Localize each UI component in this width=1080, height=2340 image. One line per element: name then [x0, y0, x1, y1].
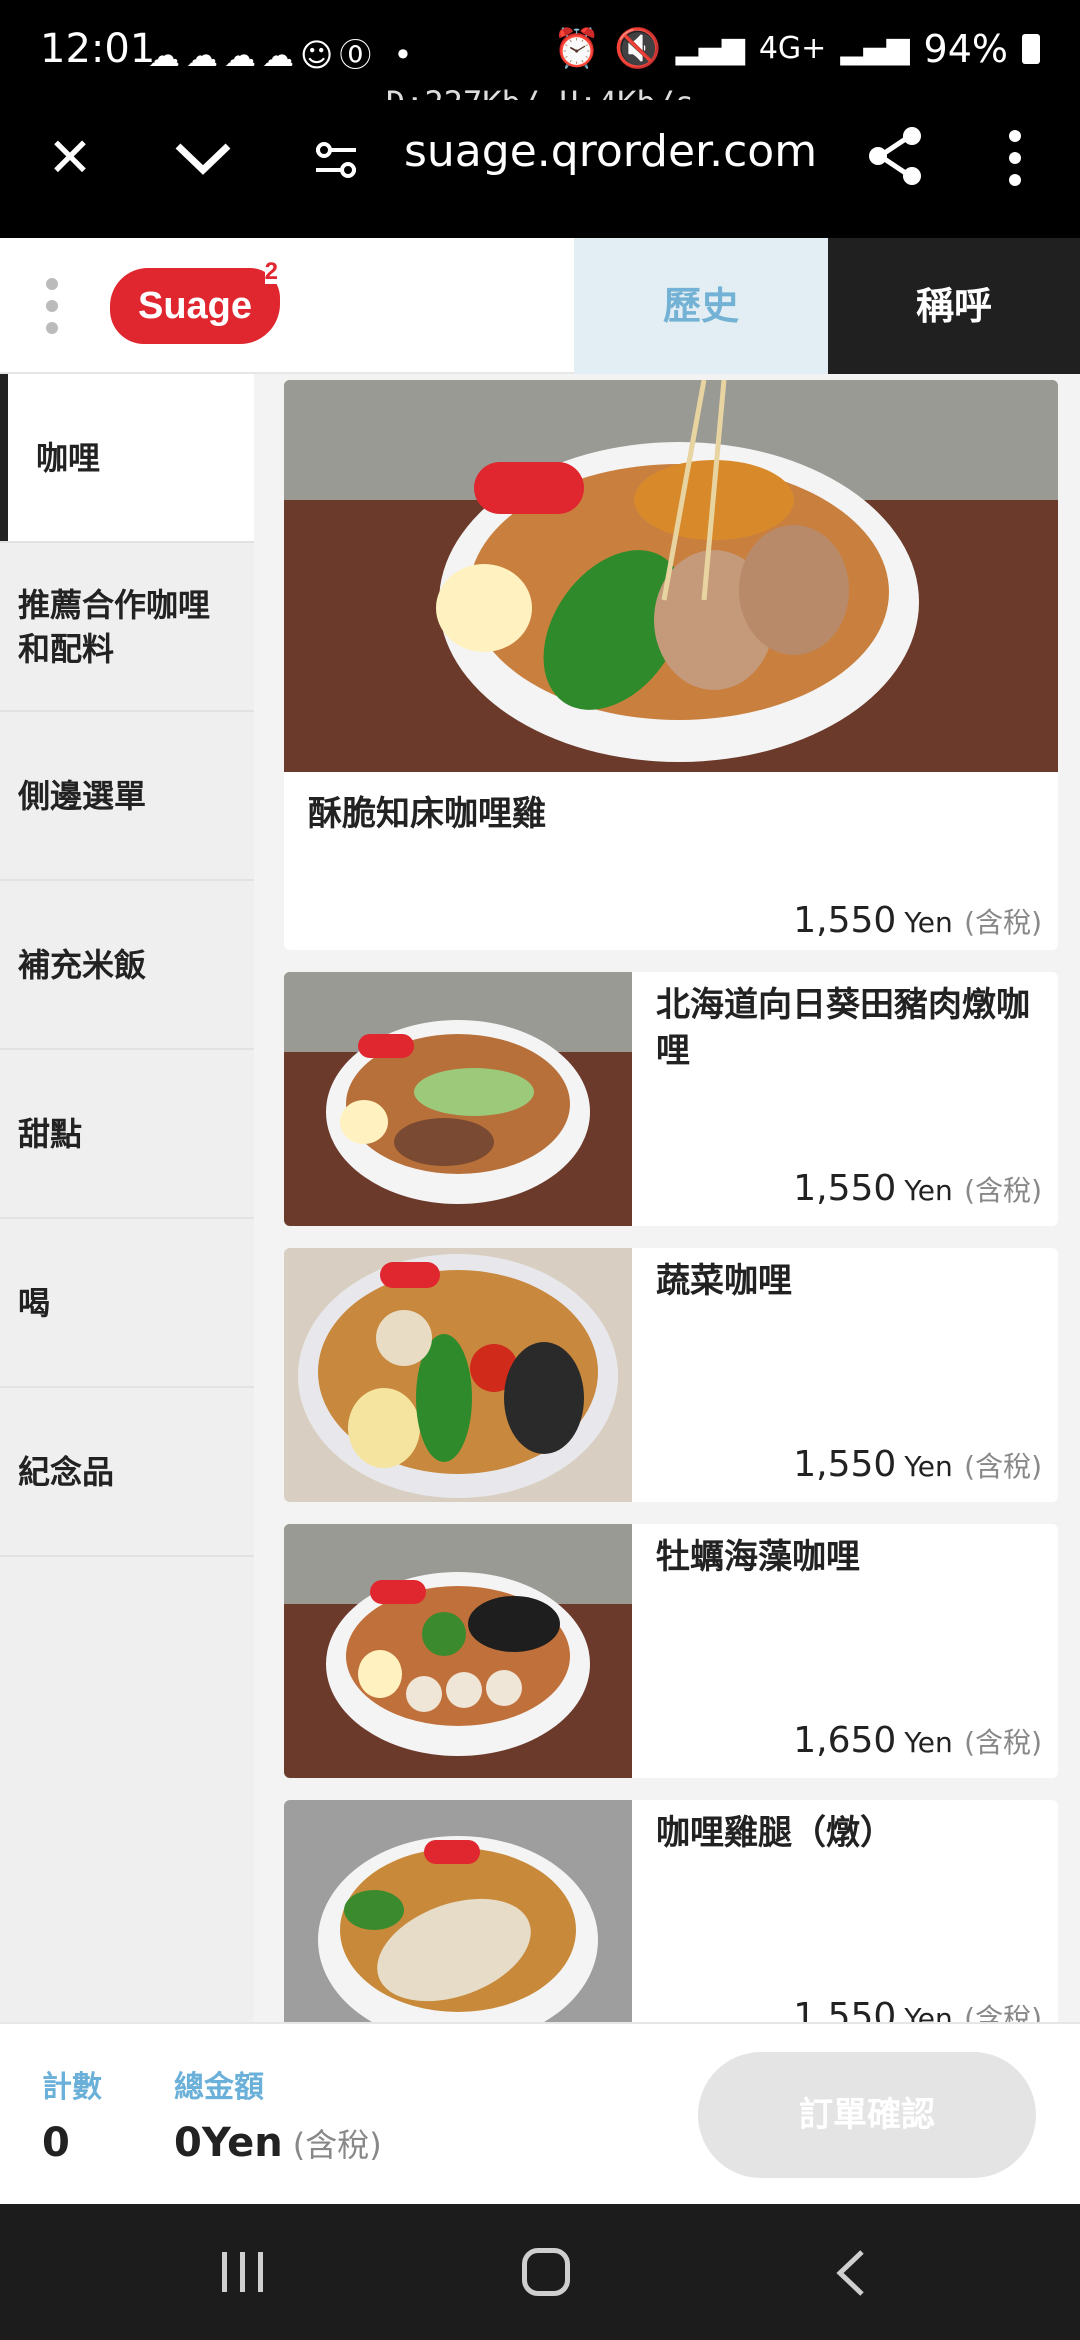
menu-item-name: 蔬菜咖哩: [656, 1261, 792, 1301]
menu-item-card[interactable]: 北海道向日葵田豬肉燉咖哩 1,550 Yen (含稅): [284, 972, 1058, 1226]
status-time: 12:01: [40, 26, 156, 72]
battery-level: 94%: [923, 26, 1008, 71]
app-header: Suage 2 歷史 稱呼: [0, 238, 1080, 374]
category-side-menu[interactable]: 側邊選單: [0, 712, 254, 881]
status-bar: 12:01 ☁☁☁☁☺⓪ • ⏰ 🔇 ▂▄▆ 4G+ ▂▄▆ 94% D:227…: [0, 0, 1080, 122]
total-label: 總金額: [174, 2070, 264, 2105]
category-recommended[interactable]: 推薦合作咖哩 和配料: [0, 543, 254, 712]
price-tax: (含稅): [964, 1450, 1042, 1483]
menu-item-price: 1,550 Yen (含稅): [793, 1444, 1042, 1485]
recent-apps-icon[interactable]: [218, 2250, 268, 2294]
price-unit: Yen: [904, 1174, 953, 1207]
menu-item-card[interactable]: 蔬菜咖哩 1,550 Yen (含稅): [284, 1248, 1058, 1502]
order-summary-bar: 計數 0 總金額 0Yen (含稅) 訂單確認: [0, 2022, 1080, 2204]
category-sidebar: 咖哩 推薦合作咖哩 和配料 側邊選單 補充米飯 甜點 喝 紀念品: [0, 374, 254, 2022]
suage-logo: Suage 2: [110, 260, 280, 344]
notification-icons: ☁☁☁☁☺⓪ •: [148, 36, 419, 74]
price-tax: (含稅): [964, 906, 1042, 939]
signal-icon: ▂▄▆: [675, 31, 745, 66]
category-dessert[interactable]: 甜點: [0, 1050, 254, 1219]
menu-item-name: 酥脆知床咖哩雞: [308, 794, 546, 834]
price-unit: Yen: [904, 1726, 953, 1759]
url-bar[interactable]: suage.qrorder.com: [404, 126, 817, 177]
price-tax: (含稅): [964, 1726, 1042, 1759]
total-tax: (含稅): [292, 2126, 382, 2164]
price-value: 1,550: [793, 900, 897, 941]
home-icon[interactable]: [522, 2248, 570, 2296]
alarm-icon: ⏰: [552, 26, 601, 70]
back-icon[interactable]: [830, 2248, 870, 2298]
menu-item-price: 1,550 Yen (含稅): [793, 1996, 1042, 2022]
menu-item-list: 酥脆知床咖哩雞 1,550 Yen (含稅) 北海道向日葵田豬肉燉咖哩 1,550…: [284, 380, 1058, 2022]
menu-icon[interactable]: [42, 278, 62, 338]
menu-item-name: 牡蠣海藻咖哩: [656, 1537, 860, 1577]
category-souvenir[interactable]: 紀念品: [0, 1388, 254, 1557]
category-recommended-label: 推薦合作咖哩 和配料: [18, 585, 211, 668]
share-icon[interactable]: [866, 126, 926, 186]
total-value: 0Yen: [174, 2120, 283, 2166]
price-value: 1,550: [793, 1444, 897, 1485]
price-value: 1,650: [793, 1720, 897, 1761]
category-extra-rice[interactable]: 補充米飯: [0, 881, 254, 1050]
menu-item-name: 北海道向日葵田豬肉燉咖哩: [656, 985, 1030, 1071]
more-options-icon[interactable]: [1000, 126, 1030, 190]
network-type: 4G+: [758, 31, 827, 66]
call-staff-tab[interactable]: 稱呼: [828, 238, 1080, 374]
logo-text: Suage: [137, 285, 253, 327]
menu-item-card[interactable]: 酥脆知床咖哩雞 1,550 Yen (含稅): [284, 380, 1058, 950]
food-photo: [284, 972, 632, 1226]
total-amount: 0Yen (含稅): [174, 2120, 382, 2166]
food-photo: [284, 1248, 632, 1502]
price-value: 1,550: [793, 1168, 897, 1209]
price-unit: Yen: [904, 1450, 953, 1483]
mute-icon: 🔇: [614, 26, 662, 70]
menu-item-price: 1,550 Yen (含稅): [793, 1168, 1042, 1209]
signal-icon-2: ▂▄▆: [840, 31, 910, 66]
site-settings-icon[interactable]: [312, 136, 360, 184]
browser-toolbar: ✕ suage.qrorder.com: [0, 100, 1080, 238]
menu-item-card[interactable]: 牡蠣海藻咖哩 1,650 Yen (含稅): [284, 1524, 1058, 1778]
main-content: 咖哩 推薦合作咖哩 和配料 側邊選單 補充米飯 甜點 喝 紀念品 酥脆知床咖哩雞…: [0, 374, 1080, 2022]
count-value: 0: [42, 2120, 70, 2166]
price-unit: Yen: [904, 2002, 953, 2022]
category-curry[interactable]: 咖哩: [0, 374, 254, 543]
food-photo: [284, 1800, 632, 2022]
close-icon[interactable]: ✕: [40, 128, 100, 188]
system-nav-bar: [0, 2204, 1080, 2340]
count-label: 計數: [42, 2070, 102, 2105]
price-value: 1,550: [793, 1996, 897, 2022]
menu-item-price: 1,650 Yen (含稅): [793, 1720, 1042, 1761]
history-tab[interactable]: 歷史: [574, 238, 828, 374]
food-photo: [284, 1524, 632, 1778]
chevron-down-icon[interactable]: [170, 128, 236, 188]
menu-item-name: 咖哩雞腿（燉）: [656, 1813, 894, 1853]
battery-icon: [1022, 33, 1040, 64]
status-right: ⏰ 🔇 ▂▄▆ 4G+ ▂▄▆ 94%: [553, 26, 1040, 71]
price-tax: (含稅): [964, 1174, 1042, 1207]
menu-item-card[interactable]: 咖哩雞腿（燉） 1,550 Yen (含稅): [284, 1800, 1058, 2022]
confirm-order-button[interactable]: 訂單確認: [698, 2052, 1036, 2178]
menu-item-price: 1,550 Yen (含稅): [793, 900, 1042, 941]
price-unit: Yen: [904, 906, 953, 939]
food-photo: [284, 380, 1058, 772]
category-drinks[interactable]: 喝: [0, 1219, 254, 1388]
logo-superscript: 2: [264, 258, 278, 285]
price-tax: (含稅): [964, 2002, 1042, 2022]
